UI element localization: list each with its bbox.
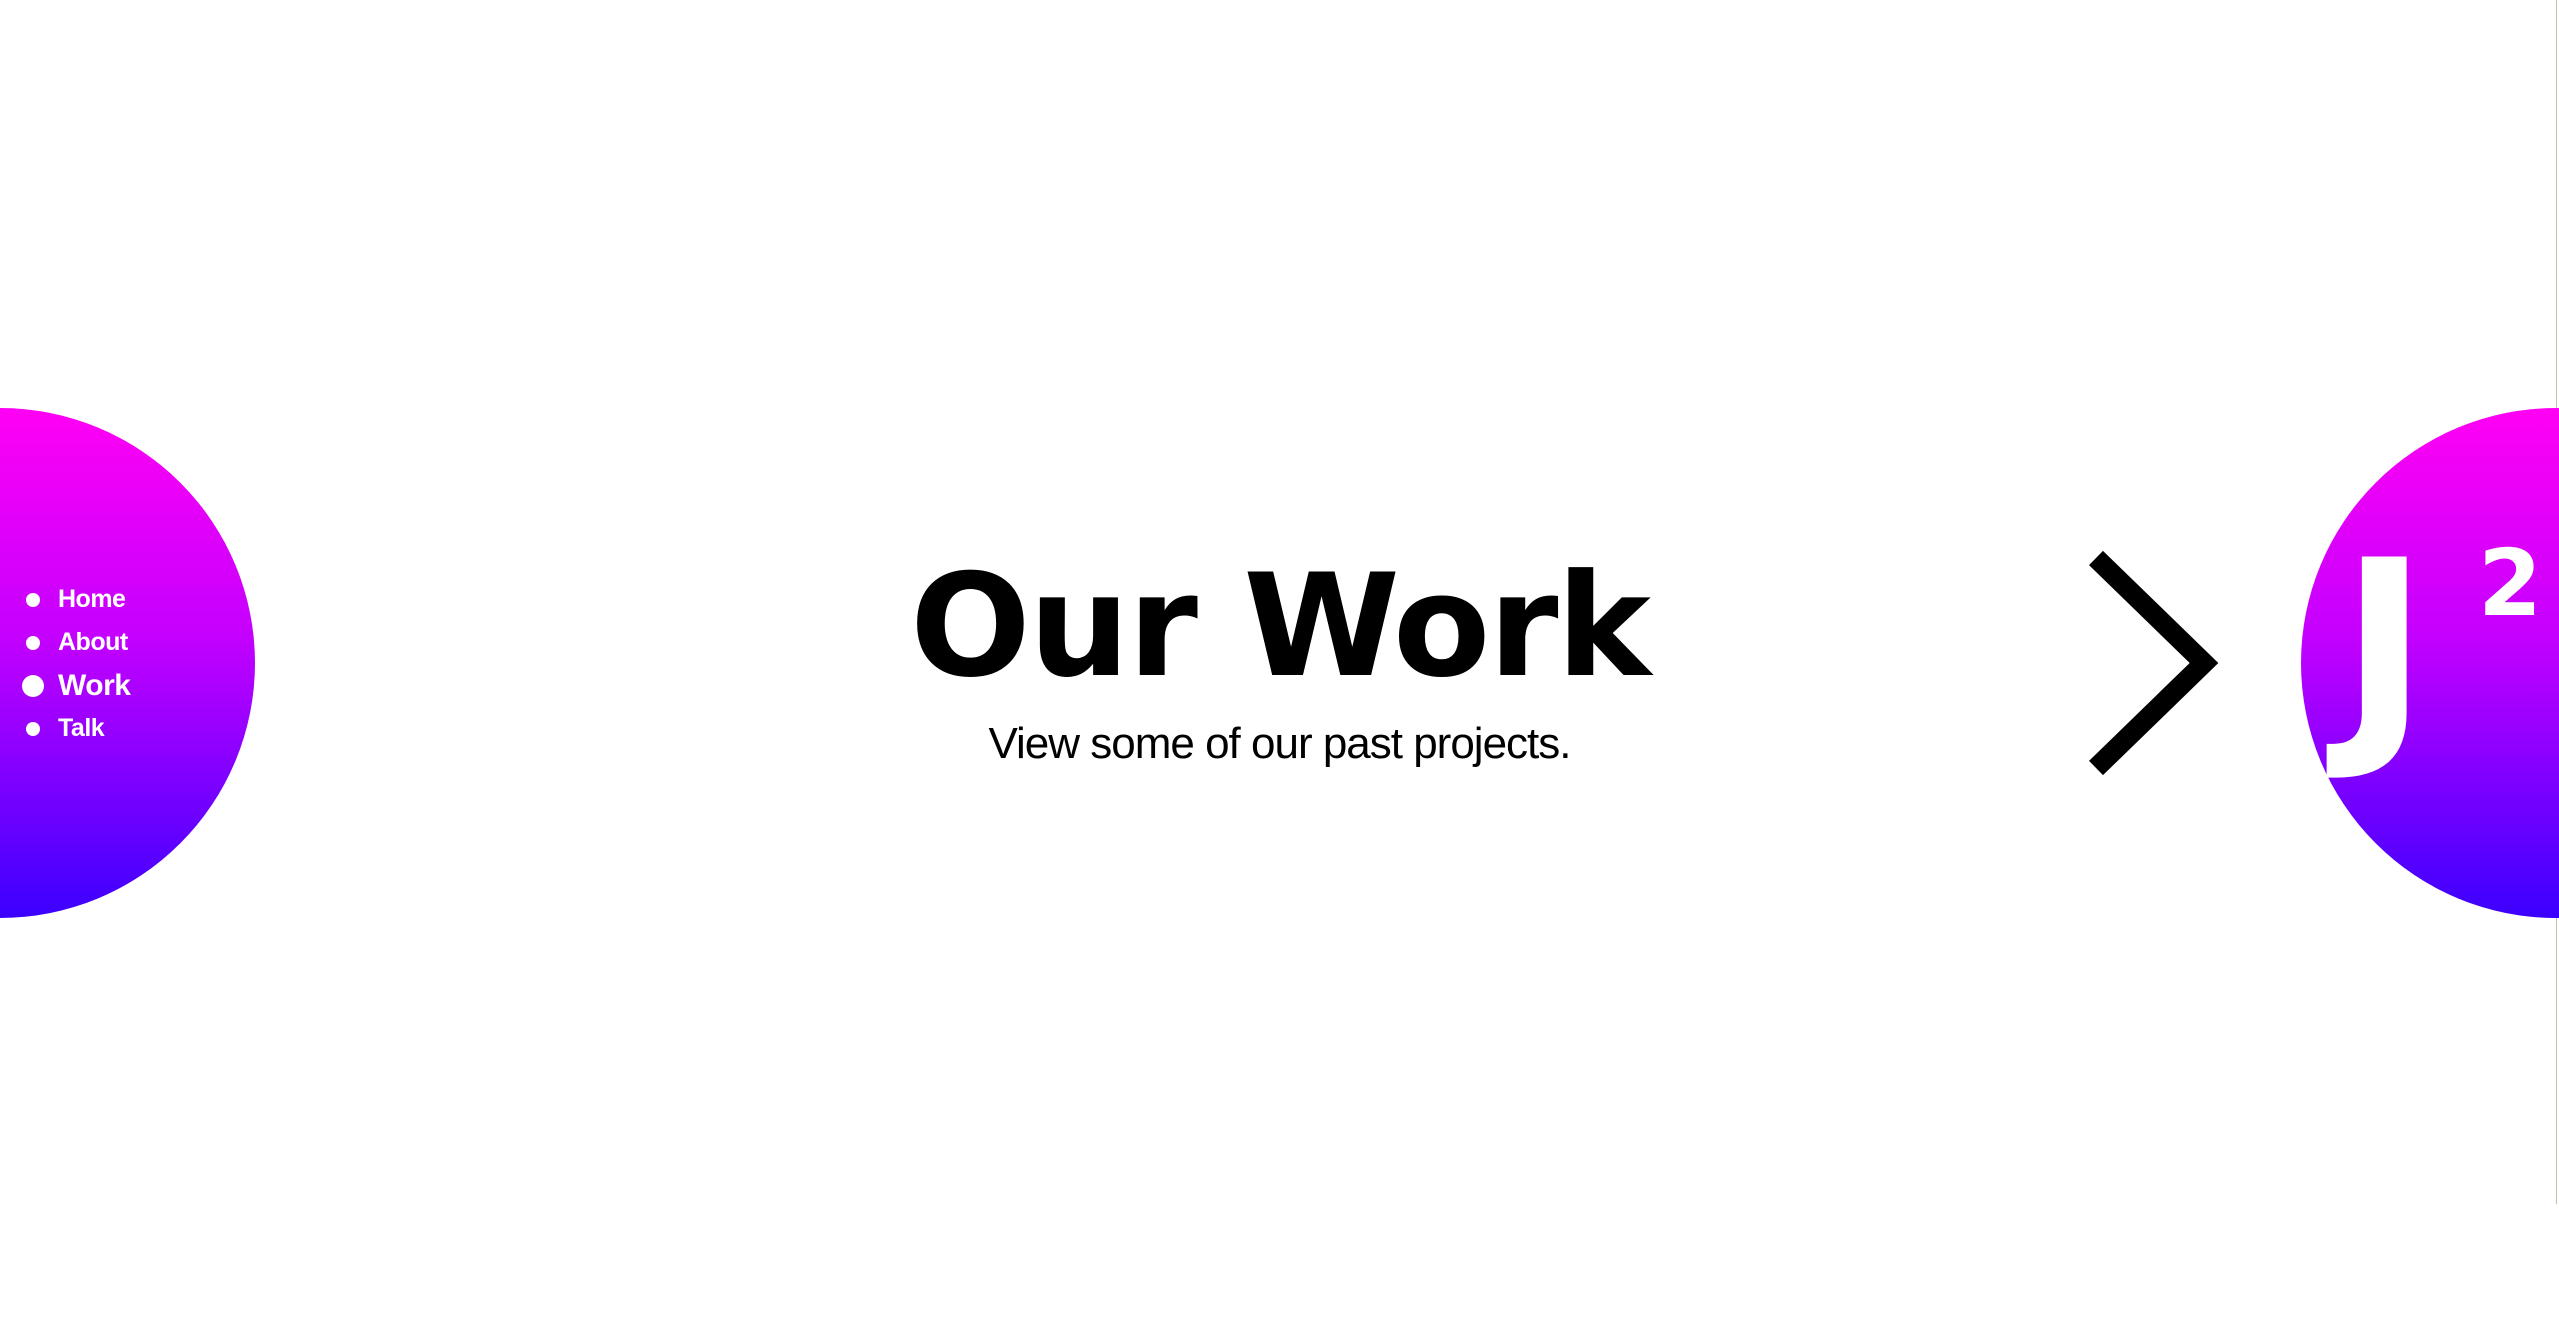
- logo-letter: J: [2340, 510, 2429, 787]
- next-button[interactable]: [2086, 548, 2226, 778]
- page: Home About Work Talk Our Work View some …: [0, 0, 2559, 1326]
- chevron-right-icon: [2089, 550, 2219, 776]
- brand-logo[interactable]: J 2: [2340, 530, 2559, 768]
- logo-superscript: 2: [2478, 530, 2543, 637]
